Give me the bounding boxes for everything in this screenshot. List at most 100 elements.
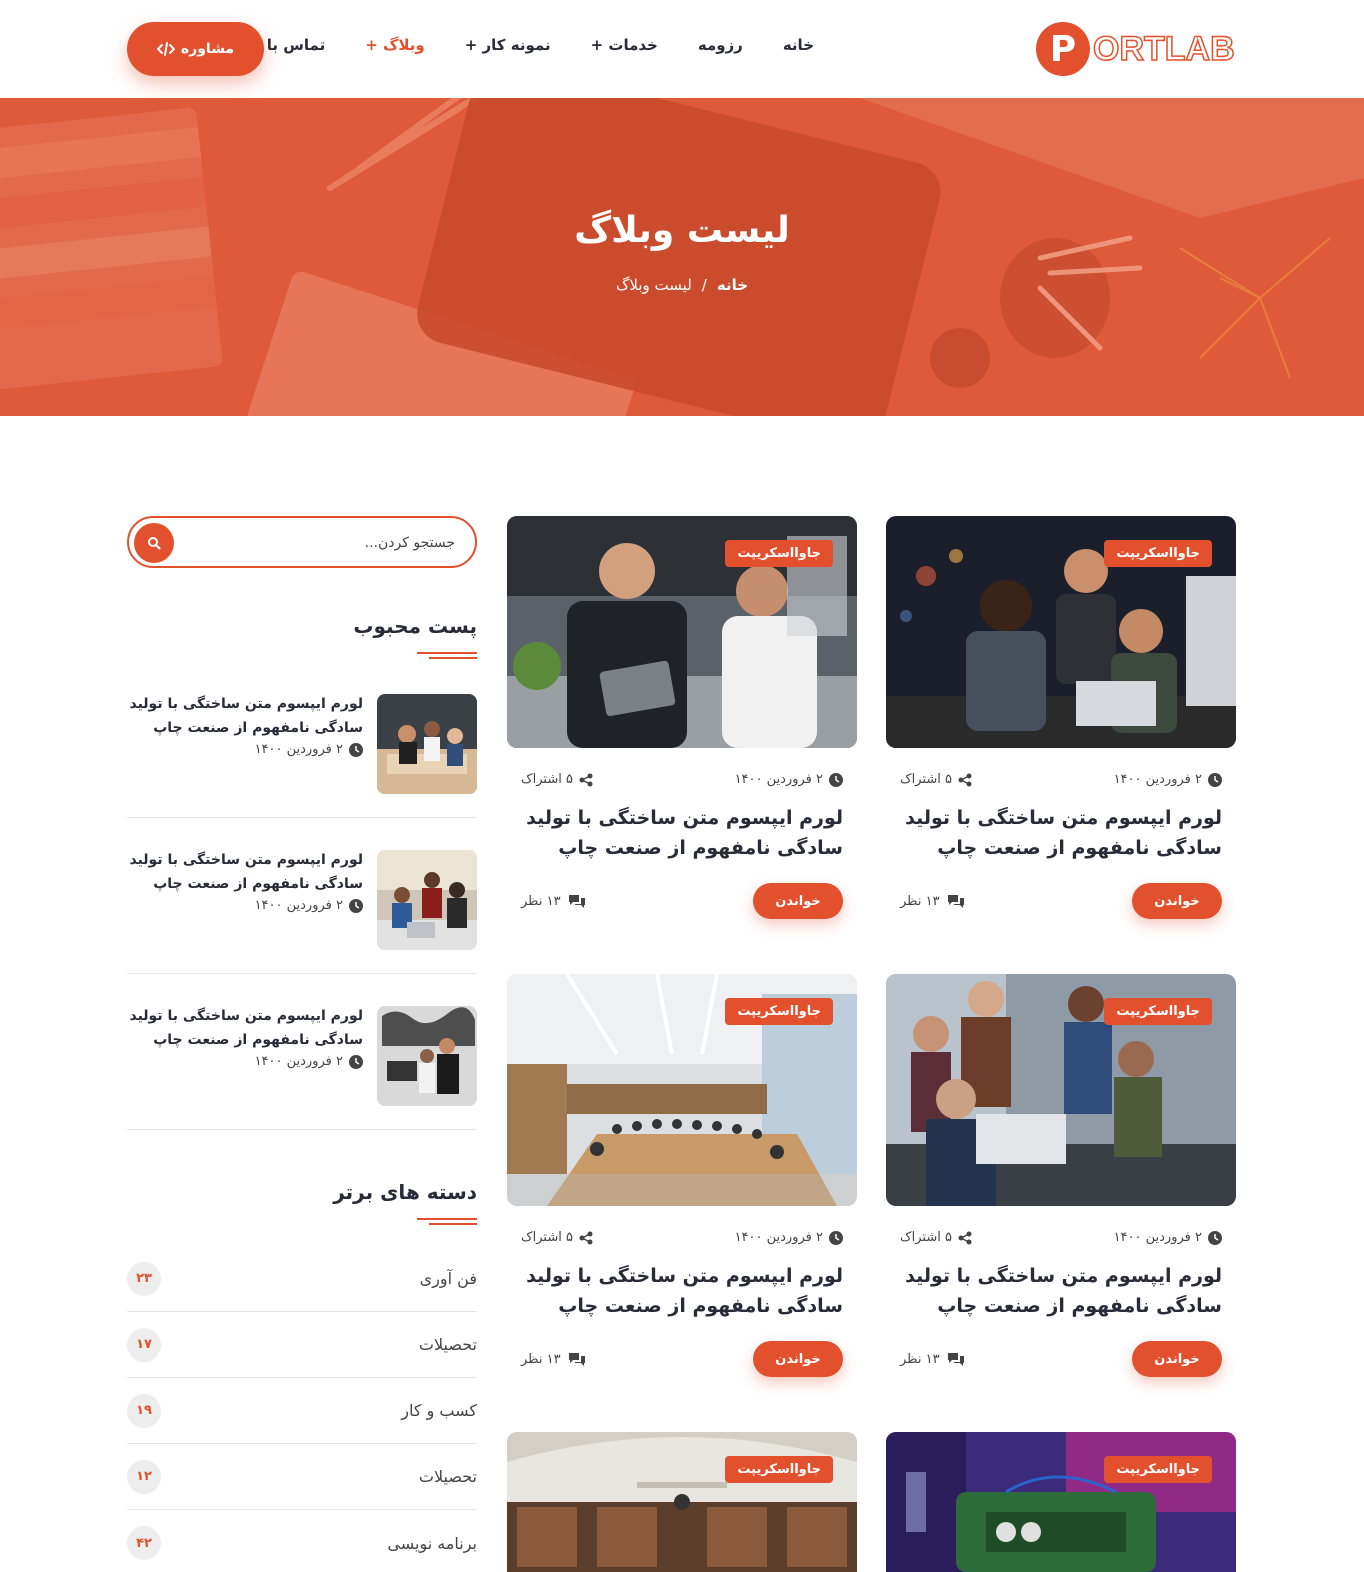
clock-icon — [349, 742, 363, 757]
search-box — [127, 516, 477, 568]
clock-icon — [349, 898, 363, 913]
category-count: ۱۷ — [127, 1327, 161, 1362]
comments-icon — [947, 895, 964, 908]
post-comments-text: ۱۳ نظر — [521, 893, 561, 909]
popular-post-date-text: ۲ فروردین ۱۴۰۰ — [254, 742, 343, 757]
post-shares[interactable]: ۵ اشتراک — [900, 1230, 972, 1245]
categories-title: دسته های برتر — [333, 1180, 477, 1204]
nav-item-resume[interactable]: رزومه — [698, 36, 743, 54]
post-meta: ۲ فروردین ۱۴۰۰ ۵ اشتراک — [886, 1230, 1236, 1245]
post-title-line: سادگی نامفهوم از صنعت چاپ — [558, 837, 843, 859]
post-meta: ۲ فروردین ۱۴۰۰ ۵ اشتراک — [886, 772, 1236, 787]
post-date: ۲ فروردین ۱۴۰۰ — [735, 772, 843, 787]
search-button[interactable] — [134, 523, 174, 563]
nav-item-home[interactable]: خانه — [783, 36, 814, 54]
page-title: لیست وبلاگ — [574, 210, 790, 251]
popular-post[interactable]: لورم ایپسوم متن ساختگی با تولید سادگی نا… — [127, 974, 477, 1130]
popular-post-date: ۲ فروردین ۱۴۰۰ — [255, 898, 363, 913]
main-nav: خانه رزومه خدمات + نمونه کار + وبلاگ + ت… — [207, 36, 814, 54]
post-shares[interactable]: ۵ اشتراک — [521, 1230, 593, 1245]
blog-post-card: جاوااسکریپت ۲ فروردین ۱۴۰۰ ۵ اشتراک لورم… — [886, 516, 1236, 919]
post-category-tag[interactable]: جاوااسکریپت — [1104, 540, 1212, 567]
popular-post-title[interactable]: لورم ایپسوم متن ساختگی با تولید سادگی نا… — [127, 1004, 363, 1052]
post-title[interactable]: لورم ایپسوم متن ساختگی با تولید سادگی نا… — [507, 803, 857, 863]
read-more-button[interactable]: خواندن — [753, 1341, 843, 1377]
comments-icon — [568, 1353, 585, 1366]
post-footer: خواندن ۱۳ نظر — [886, 1341, 1236, 1377]
post-comments[interactable]: ۱۳ نظر — [900, 1351, 966, 1367]
logo-mark: P — [1036, 22, 1090, 76]
breadcrumb-home[interactable]: خانه — [717, 276, 748, 294]
post-image[interactable]: جاوااسکریپت — [886, 974, 1236, 1206]
category-item[interactable]: تحصیلات ۱۷ — [127, 1312, 477, 1378]
post-category-tag[interactable]: جاوااسکریپت — [725, 998, 833, 1025]
post-image[interactable]: جاوااسکریپت — [886, 1432, 1236, 1572]
post-category-tag[interactable]: جاوااسکریپت — [725, 1456, 833, 1483]
comments-icon — [568, 895, 585, 908]
clock-icon — [829, 1230, 843, 1245]
clock-icon — [1208, 772, 1222, 787]
read-more-button[interactable]: خواندن — [1132, 883, 1222, 919]
post-image[interactable]: جاوااسکریپت — [507, 1432, 857, 1572]
category-name: تحصیلات — [418, 1467, 477, 1486]
share-icon — [958, 773, 972, 786]
search-input[interactable] — [195, 530, 455, 556]
nav-item-portfolio[interactable]: نمونه کار + — [465, 36, 551, 54]
post-category-tag[interactable]: جاوااسکریپت — [1104, 998, 1212, 1025]
category-item[interactable]: برنامه نویسی ۴۲ — [127, 1510, 477, 1572]
post-comments[interactable]: ۱۳ نظر — [521, 893, 587, 909]
post-date-text: ۲ فروردین ۱۴۰۰ — [734, 1230, 823, 1245]
nav-item-blog[interactable]: وبلاگ + — [365, 36, 425, 54]
read-more-button[interactable]: خواندن — [753, 883, 843, 919]
post-title-line: لورم ایپسوم متن ساختگی با تولید — [526, 1265, 843, 1287]
post-title-line: لورم ایپسوم متن ساختگی با تولید — [905, 1265, 1222, 1287]
post-shares[interactable]: ۵ اشتراک — [900, 772, 972, 787]
search-icon — [148, 537, 161, 550]
title-underline — [127, 652, 477, 662]
post-comments[interactable]: ۱۳ نظر — [900, 893, 966, 909]
post-comments-text: ۱۳ نظر — [521, 1351, 561, 1367]
post-shares[interactable]: ۵ اشتراک — [521, 772, 593, 787]
popular-post-title[interactable]: لورم ایپسوم متن ساختگی با تولید سادگی نا… — [127, 692, 363, 740]
post-date: ۲ فروردین ۱۴۰۰ — [735, 1230, 843, 1245]
site-header: P ORTLAB خانه رزومه خدمات + نمونه کار + … — [0, 0, 1364, 98]
post-footer: خواندن ۱۳ نظر — [507, 883, 857, 919]
category-item[interactable]: فن آوری ۲۳ — [127, 1246, 477, 1312]
post-image[interactable]: جاوااسکریپت — [886, 516, 1236, 748]
sidebar: پست محبوب لورم ایپسوم متن ساختگی با تولی… — [127, 516, 477, 1572]
popular-post-title[interactable]: لورم ایپسوم متن ساختگی با تولید سادگی نا… — [127, 848, 363, 896]
post-image[interactable]: جاوااسکریپت — [507, 974, 857, 1206]
post-comments[interactable]: ۱۳ نظر — [521, 1351, 587, 1367]
post-shares-text: ۵ اشتراک — [900, 772, 952, 787]
nav-item-services[interactable]: خدمات + — [591, 36, 658, 54]
consult-button[interactable]: مشاوره — [127, 22, 264, 76]
categories-list: فن آوری ۲۳ تحصیلات ۱۷ کسب و کار ۱۹ تحصیل… — [127, 1246, 477, 1572]
popular-post[interactable]: لورم ایپسوم متن ساختگی با تولید سادگی نا… — [127, 818, 477, 974]
post-shares-text: ۵ اشتراک — [521, 772, 573, 787]
category-item[interactable]: کسب و کار ۱۹ — [127, 1378, 477, 1444]
breadcrumb-separator: / — [701, 276, 707, 294]
comments-icon — [947, 1353, 964, 1366]
site-logo[interactable]: P ORTLAB — [1036, 22, 1236, 76]
hero-background-art — [0, 98, 1364, 416]
blog-post-card: جاوااسکریپت — [886, 1432, 1236, 1572]
post-comments-text: ۱۳ نظر — [900, 893, 940, 909]
post-title[interactable]: لورم ایپسوم متن ساختگی با تولید سادگی نا… — [886, 1261, 1236, 1321]
post-title[interactable]: لورم ایپسوم متن ساختگی با تولید سادگی نا… — [886, 803, 1236, 863]
post-shares-text: ۵ اشتراک — [521, 1230, 573, 1245]
popular-post-thumbnail[interactable] — [377, 1006, 477, 1106]
popular-post-thumbnail[interactable] — [377, 850, 477, 950]
popular-post-date: ۲ فروردین ۱۴۰۰ — [255, 1054, 363, 1069]
read-more-button[interactable]: خواندن — [1132, 1341, 1222, 1377]
post-title[interactable]: لورم ایپسوم متن ساختگی با تولید سادگی نا… — [507, 1261, 857, 1321]
popular-post-thumbnail[interactable] — [377, 694, 477, 794]
category-count: ۱۲ — [127, 1459, 161, 1494]
popular-post-date-text: ۲ فروردین ۱۴۰۰ — [254, 1054, 343, 1069]
post-category-tag[interactable]: جاوااسکریپت — [725, 540, 833, 567]
popular-post[interactable]: لورم ایپسوم متن ساختگی با تولید سادگی نا… — [127, 662, 477, 818]
breadcrumb: خانه / لیست وبلاگ — [0, 276, 1364, 294]
post-image[interactable]: جاوااسکریپت — [507, 516, 857, 748]
post-category-tag[interactable]: جاوااسکریپت — [1104, 1456, 1212, 1483]
category-item[interactable]: تحصیلات ۱۲ — [127, 1444, 477, 1510]
blog-post-card: جاوااسکریپت ۲ فروردین ۱۴۰۰ ۵ اشتراک لورم… — [886, 974, 1236, 1377]
